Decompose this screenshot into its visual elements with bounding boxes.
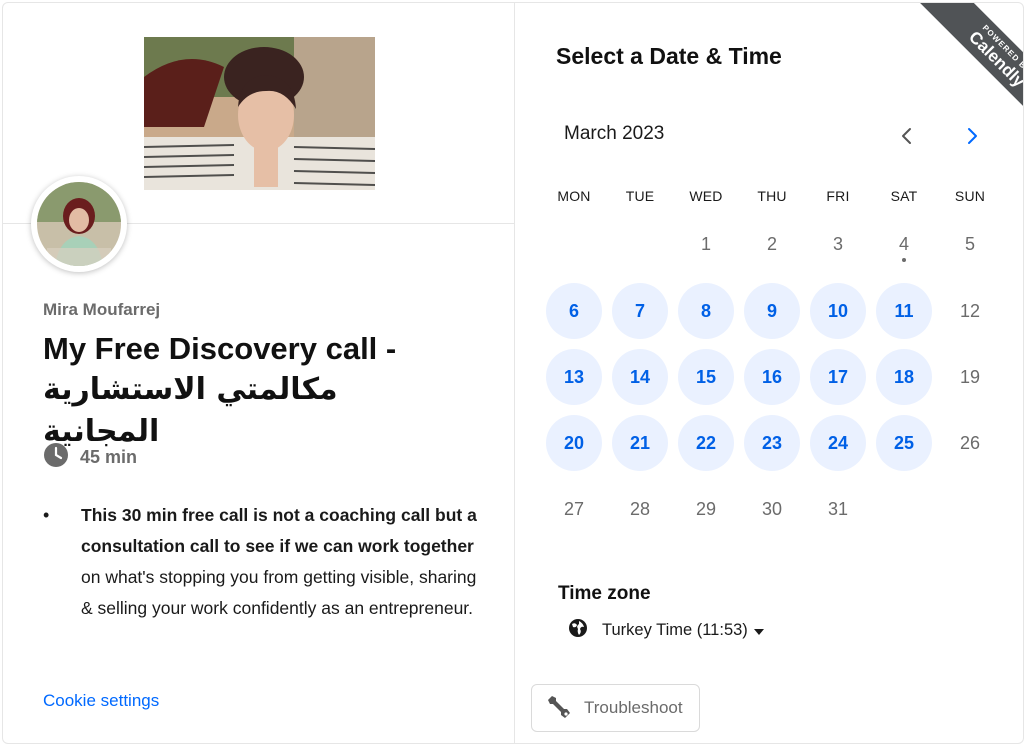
caret-down-icon [753, 622, 764, 640]
day-available[interactable]: 7 [612, 283, 668, 339]
day-available[interactable]: 18 [876, 349, 932, 405]
globe-icon [568, 618, 588, 643]
day-unavailable: 3 [832, 233, 843, 254]
day-available[interactable]: 16 [744, 349, 800, 405]
weekday-wed: WED [689, 188, 723, 204]
clock-icon [43, 442, 69, 473]
day-unavailable: 19 [959, 366, 981, 387]
day-unavailable: 1 [700, 233, 711, 254]
troubleshoot-label: Troubleshoot [584, 698, 683, 717]
day-available[interactable]: 20 [546, 415, 602, 471]
day-available[interactable]: 25 [876, 415, 932, 471]
day-unavailable: 28 [629, 498, 651, 519]
day-unavailable: 27 [563, 498, 585, 519]
day-available[interactable]: 15 [678, 349, 734, 405]
day-unavailable: 29 [695, 498, 717, 519]
badge-ribbon: POWERED BY Calendly [919, 3, 1023, 133]
day-available[interactable]: 23 [744, 415, 800, 471]
day-available[interactable]: 24 [810, 415, 866, 471]
day-available[interactable]: 11 [876, 283, 932, 339]
description-text: This 30 min free call is not a coaching … [81, 500, 483, 624]
day-available[interactable]: 10 [810, 283, 866, 339]
avatar [31, 176, 127, 272]
event-description: • This 30 min free call is not a coachin… [43, 500, 483, 624]
day-available[interactable]: 14 [612, 349, 668, 405]
description-bold: This 30 min free call is not a coaching … [81, 505, 477, 556]
weekday-thu: THU [757, 188, 787, 204]
event-title-arabic: مكالمتي الاستشارية المجانية [43, 372, 338, 449]
day-available[interactable]: 6 [546, 283, 602, 339]
day-available[interactable]: 22 [678, 415, 734, 471]
month-label: March 2023 [564, 123, 665, 144]
booking-card: Mira Moufarrej My Free Discovery call - … [2, 2, 1024, 744]
event-details-panel: Mira Moufarrej My Free Discovery call - … [3, 3, 515, 743]
cover-image [144, 37, 375, 190]
troubleshoot-button[interactable]: Troubleshoot [531, 684, 700, 732]
day-unavailable: 5 [964, 233, 975, 254]
weekday-sun: SUN [954, 188, 986, 204]
today-indicator [902, 258, 906, 262]
timezone-label: Time zone [558, 583, 651, 604]
day-available[interactable]: 9 [744, 283, 800, 339]
weekday-tue: TUE [625, 188, 655, 204]
day-unavailable: 30 [761, 498, 783, 519]
weekday-fri: FRI [826, 188, 850, 204]
description-rest: on what's stopping you from getting visi… [81, 567, 477, 618]
timezone-value: Turkey Time (11:53) [602, 621, 748, 639]
weekday-sat: SAT [890, 188, 918, 204]
wrench-icon [544, 692, 572, 725]
day-unavailable: 2 [766, 233, 777, 254]
panel-heading: Select a Date & Time [556, 43, 782, 69]
day-available[interactable]: 8 [678, 283, 734, 339]
duration-label: 45 min [80, 447, 138, 467]
event-title: My Free Discovery call - [43, 331, 397, 366]
day-available[interactable]: 21 [612, 415, 668, 471]
host-name: Mira Moufarrej [43, 300, 161, 319]
day-available[interactable]: 13 [546, 349, 602, 405]
event-duration: 45 min [43, 442, 137, 473]
day-unavailable: 12 [959, 300, 981, 321]
powered-by-badge[interactable]: POWERED BY Calendly [893, 3, 1023, 133]
day-available[interactable]: 17 [810, 349, 866, 405]
day-unavailable: 26 [959, 432, 981, 453]
bullet-marker: • [43, 505, 50, 525]
cookie-settings-link[interactable]: Cookie settings [43, 691, 159, 711]
day-unavailable: 31 [827, 498, 849, 519]
weekday-mon: MON [557, 188, 591, 204]
badge-brand: Calendly [965, 27, 1023, 91]
timezone-selector[interactable]: Turkey Time (11:53) [568, 618, 764, 643]
day-unavailable: 4 [898, 233, 909, 254]
